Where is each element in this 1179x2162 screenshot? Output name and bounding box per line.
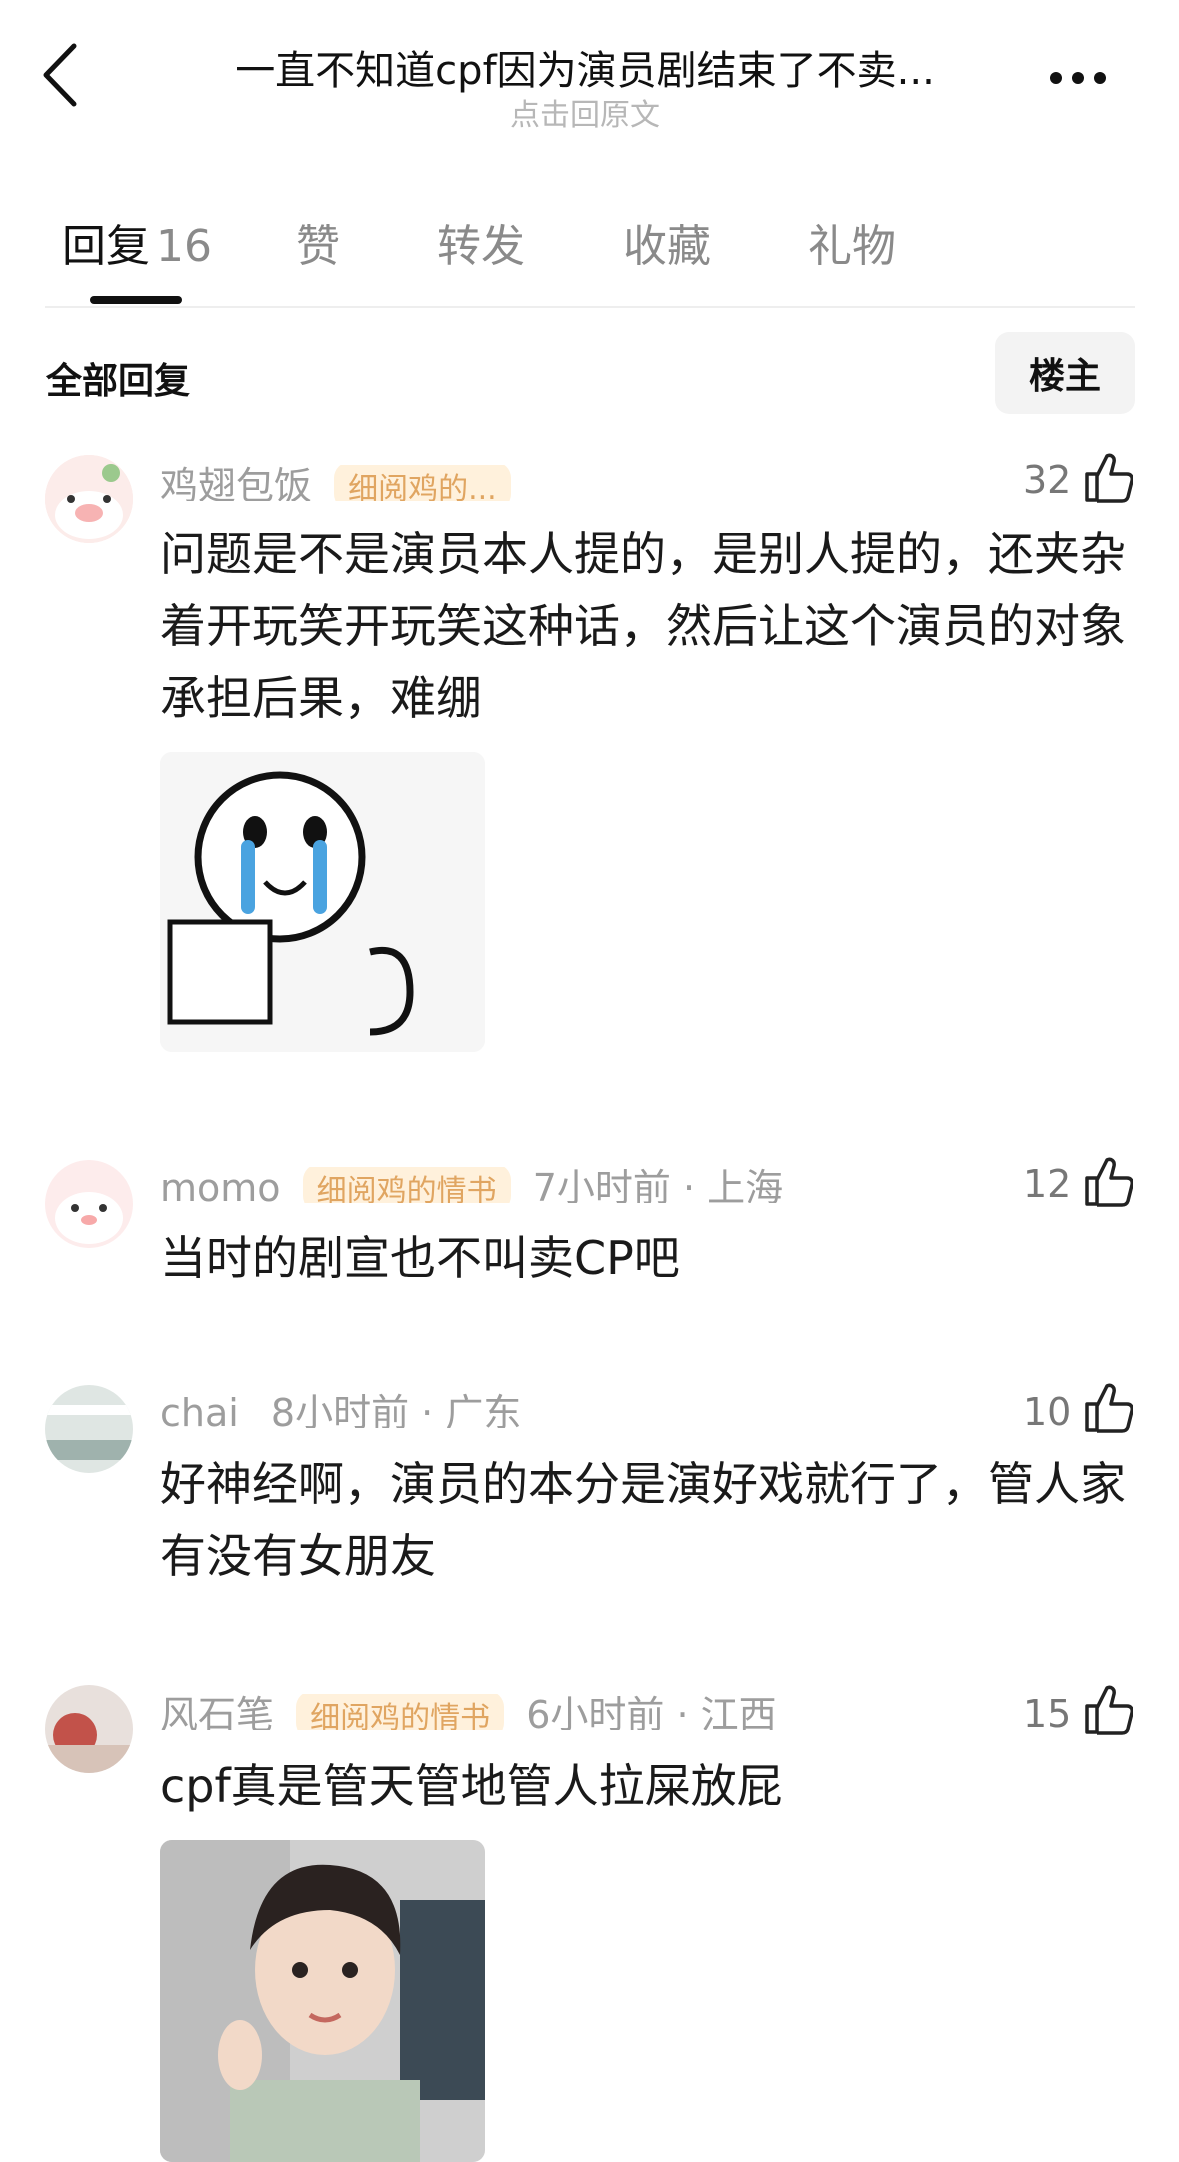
thumbs-up-icon[interactable] [1083, 1684, 1134, 1736]
timestamp-location: 8小时前 · 广东 [270, 1392, 522, 1428]
fan-badge[interactable]: 细阅鸡的情书 [296, 1694, 505, 1730]
avatar[interactable] [45, 1160, 133, 1248]
avatar[interactable] [45, 1385, 133, 1473]
tab-replies[interactable]: 回复 16 [62, 210, 212, 274]
username[interactable]: momo [160, 1167, 281, 1203]
crying-sticker-image[interactable] [160, 752, 485, 1052]
all-replies-heading: 全部回复 [46, 361, 191, 402]
comment-meta: 风石笔 细阅鸡的情书 6小时前 · 江西 [160, 1694, 980, 1730]
username[interactable]: chai [160, 1392, 239, 1428]
tab-replies-count: 16 [156, 221, 212, 272]
comment-text: cpf真是管天管地管人拉屎放屁 [160, 1759, 783, 1813]
comment-text: 好神经啊，演员的本分是演好戏就行了，管人家有没有女朋友 [160, 1457, 1126, 1583]
back-icon[interactable] [40, 40, 100, 120]
comment-text: 问题是不是演员本人提的，是别人提的，还夹杂着开玩笑开玩笑这种话，然后让这个演员的… [160, 527, 1126, 725]
thumbs-up-icon[interactable] [1083, 1382, 1134, 1434]
comment-meta: chai 8小时前 · 广东 [160, 1392, 980, 1428]
post-title[interactable]: 一直不知道cpf因为演员剧结束了不卖... [170, 38, 1000, 96]
actor-photo-image[interactable] [160, 1840, 485, 2162]
tab-favorites[interactable]: 收藏 [623, 210, 711, 274]
avatar[interactable] [45, 455, 133, 543]
tab-replies-label: 回复 [62, 221, 150, 272]
username[interactable]: 鸡翅包饭 [160, 465, 312, 501]
tab-reposts[interactable]: 转发 [437, 210, 525, 274]
active-tab-indicator [90, 296, 182, 304]
username[interactable]: 风石笔 [160, 1694, 274, 1730]
tab-bar: 回复 16 赞 转发 收藏 礼物 [0, 210, 1179, 300]
tab-gifts[interactable]: 礼物 [808, 210, 896, 274]
like-count: 32 [1023, 458, 1072, 502]
tab-likes[interactable]: 赞 [296, 210, 340, 274]
divider [45, 306, 1135, 308]
avatar[interactable] [45, 1685, 133, 1773]
fan-badge[interactable]: 细阅鸡的情书 [302, 1167, 511, 1203]
more-options-icon[interactable] [1050, 68, 1120, 88]
thumbs-up-icon[interactable] [1083, 452, 1134, 504]
timestamp-location: 7小时前 · 上海 [532, 1167, 784, 1203]
timestamp-location: 6小时前 · 江西 [526, 1694, 777, 1730]
fan-badge[interactable]: 细阅鸡的... [334, 465, 511, 501]
comment-meta: momo 细阅鸡的情书 7小时前 · 上海 [160, 1167, 980, 1203]
like-count: 15 [1023, 1692, 1072, 1736]
like-count: 12 [1023, 1162, 1072, 1206]
like-count: 10 [1023, 1390, 1072, 1434]
op-filter-button[interactable]: 楼主 [995, 332, 1135, 414]
back-to-original-link[interactable]: 点击回原文 [170, 90, 1000, 134]
comment-text: 当时的剧宣也不叫卖CP吧 [160, 1231, 680, 1285]
comment-meta: 鸡翅包饭 细阅鸡的... [160, 465, 940, 501]
thumbs-up-icon[interactable] [1083, 1156, 1134, 1208]
